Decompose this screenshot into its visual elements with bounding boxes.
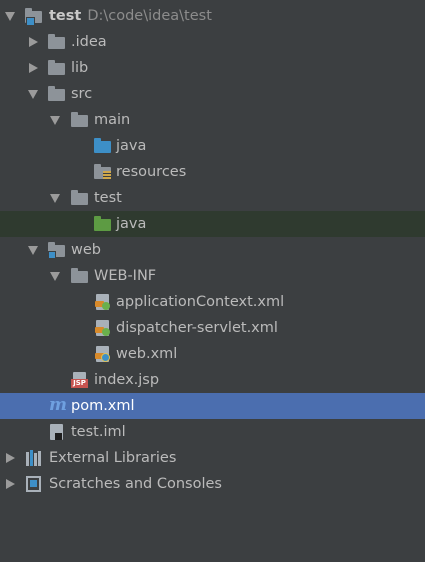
tree-row-dispatcher-servlet[interactable]: dispatcher-servlet.xml	[0, 315, 425, 341]
tree-item-label: java	[116, 138, 147, 154]
tree-row-test-iml[interactable]: test.iml	[0, 419, 425, 445]
folder-icon	[71, 268, 88, 284]
tree-row-index-jsp[interactable]: JSP index.jsp	[0, 367, 425, 393]
expand-arrow-icon[interactable]	[4, 452, 16, 464]
tree-item-label: test	[94, 190, 122, 206]
tree-row-scratches[interactable]: Scratches and Consoles	[0, 471, 425, 497]
tree-row-external-libraries[interactable]: External Libraries	[0, 445, 425, 471]
maven-icon: m	[49, 395, 67, 415]
tree-item-label: WEB-INF	[94, 268, 157, 284]
tree-row-application-context[interactable]: applicationContext.xml	[0, 289, 425, 315]
library-icon	[26, 450, 43, 466]
tree-item-label: test.iml	[71, 424, 126, 440]
tree-item-label: src	[71, 86, 93, 102]
project-name: test	[49, 8, 82, 24]
tree-item-label: web	[71, 242, 101, 258]
folder-icon	[48, 60, 65, 76]
tree-row-test[interactable]: test	[0, 185, 425, 211]
collapse-arrow-icon[interactable]	[49, 192, 61, 204]
maven-letter: m	[49, 395, 67, 415]
tree-row-web-inf[interactable]: WEB-INF	[0, 263, 425, 289]
project-folder-icon	[25, 8, 42, 26]
project-tree: test D:\code\idea\test .idea lib src main…	[0, 3, 425, 497]
tree-item-label: pom.xml	[71, 398, 135, 414]
folder-icon	[71, 112, 88, 128]
project-root-label: test D:\code\idea\test	[49, 8, 212, 24]
iml-file-icon	[50, 424, 67, 440]
project-path: D:\code\idea\test	[87, 8, 212, 24]
tree-row-web-xml[interactable]: web.xml	[0, 341, 425, 367]
tree-row-main-java[interactable]: java	[0, 133, 425, 159]
resources-folder-icon	[94, 164, 111, 180]
web-folder-icon	[48, 242, 65, 259]
collapse-arrow-icon[interactable]	[27, 244, 39, 256]
web-xml-icon	[95, 346, 112, 362]
tree-row-web[interactable]: web	[0, 237, 425, 263]
tree-item-label: applicationContext.xml	[116, 294, 285, 310]
collapse-arrow-icon[interactable]	[49, 270, 61, 282]
scratches-icon	[26, 476, 43, 492]
tree-row-resources[interactable]: resources	[0, 159, 425, 185]
tree-item-label: java	[116, 216, 147, 232]
spring-xml-icon	[95, 294, 112, 310]
tree-item-label: lib	[71, 60, 89, 76]
tree-row-src[interactable]: src	[0, 81, 425, 107]
collapse-arrow-icon[interactable]	[4, 10, 16, 22]
tree-item-label: main	[94, 112, 131, 128]
tree-row-pom-xml[interactable]: m pom.xml	[0, 393, 425, 419]
tree-item-label: web.xml	[116, 346, 178, 362]
jsp-file-icon: JSP	[71, 372, 88, 388]
tree-row-test-java[interactable]: java	[0, 211, 425, 237]
tree-item-label: resources	[116, 164, 187, 180]
folder-icon	[48, 86, 65, 102]
folder-icon	[48, 34, 65, 50]
expand-arrow-icon[interactable]	[27, 62, 39, 74]
tree-item-label: Scratches and Consoles	[49, 476, 222, 492]
jsp-badge: JSP	[71, 379, 88, 388]
tree-item-label: dispatcher-servlet.xml	[116, 320, 278, 336]
collapse-arrow-icon[interactable]	[49, 114, 61, 126]
expand-arrow-icon[interactable]	[4, 478, 16, 490]
tree-item-label: index.jsp	[94, 372, 160, 388]
tree-row-lib[interactable]: lib	[0, 55, 425, 81]
tree-row-idea[interactable]: .idea	[0, 29, 425, 55]
tree-row-root[interactable]: test D:\code\idea\test	[0, 3, 425, 29]
source-folder-icon	[94, 138, 111, 154]
tree-row-main[interactable]: main	[0, 107, 425, 133]
expand-arrow-icon[interactable]	[27, 36, 39, 48]
test-source-folder-icon	[94, 216, 111, 232]
spring-xml-icon	[95, 320, 112, 336]
tree-item-label: External Libraries	[49, 450, 177, 466]
collapse-arrow-icon[interactable]	[27, 88, 39, 100]
tree-item-label: .idea	[71, 34, 107, 50]
folder-icon	[71, 190, 88, 206]
